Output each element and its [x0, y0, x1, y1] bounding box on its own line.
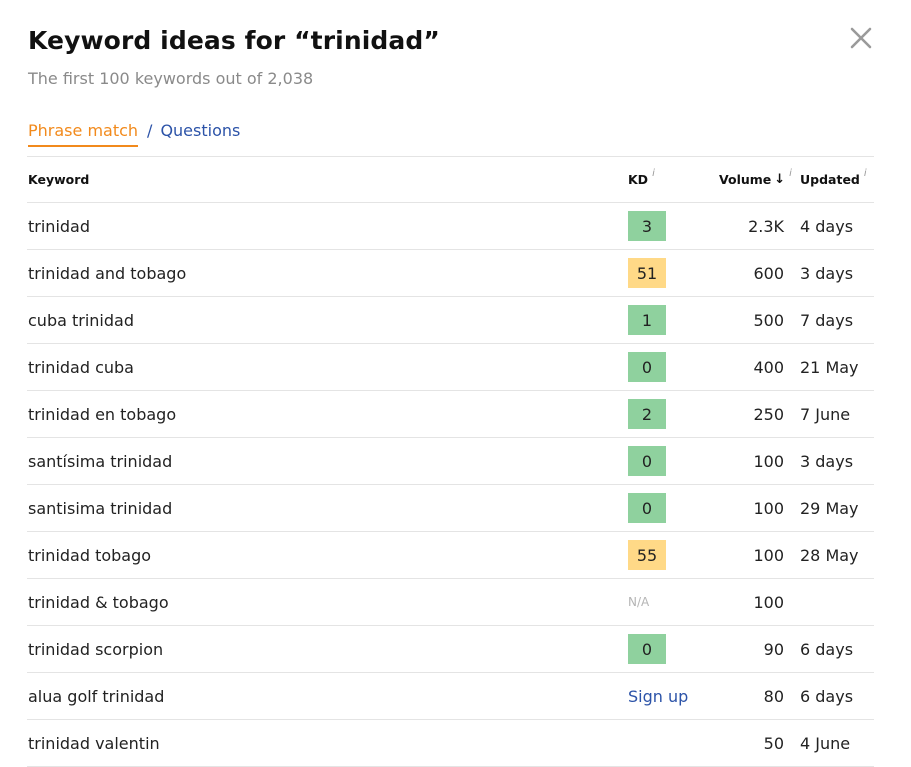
table-row: trinidad cuba 0 400 21 May: [27, 344, 874, 391]
table-row: trinidad valentin 50 4 June: [27, 720, 874, 767]
volume-cell: 2.3K: [748, 216, 784, 236]
kd-badge: 51: [628, 258, 666, 288]
volume-cell: 100: [753, 451, 784, 471]
page-subtitle: The first 100 keywords out of 2,038: [28, 69, 314, 88]
volume-cell: 100: [753, 545, 784, 565]
table-row: trinidad tobago 55 100 28 May: [27, 532, 874, 579]
updated-cell: 21 May: [800, 357, 859, 377]
sort-desc-icon: ↓: [774, 172, 786, 187]
close-icon: [850, 27, 872, 49]
info-icon[interactable]: i: [789, 168, 792, 179]
table-row: trinidad & tobago N/A 100: [27, 579, 874, 626]
kd-cell: 3: [628, 203, 666, 249]
keyword-cell[interactable]: trinidad: [28, 203, 90, 249]
kd-cell: 55: [628, 532, 666, 578]
close-button[interactable]: [847, 24, 875, 52]
column-header-keyword[interactable]: Keyword: [28, 157, 89, 202]
kd-cell: 0: [628, 438, 666, 484]
keyword-cell[interactable]: trinidad & tobago: [28, 579, 169, 625]
tab-questions[interactable]: Questions: [160, 121, 240, 140]
kd-badge: 3: [628, 211, 666, 241]
tab-separator: /: [147, 121, 153, 140]
kd-cell: Sign up: [628, 673, 688, 719]
keyword-cell[interactable]: santisima trinidad: [28, 485, 172, 531]
kd-badge: 0: [628, 352, 666, 382]
kd-badge: 2: [628, 399, 666, 429]
table-row: santisima trinidad 0 100 29 May: [27, 485, 874, 532]
kd-badge: 1: [628, 305, 666, 335]
kd-cell: 0: [628, 485, 666, 531]
page-title: Keyword ideas for “trinidad”: [28, 26, 440, 55]
table-row: cuba trinidad 1 500 7 days: [27, 297, 874, 344]
updated-cell: 4 days: [800, 216, 854, 236]
table-row: trinidad scorpion 0 90 6 days: [27, 626, 874, 673]
column-header-updated[interactable]: Updated i: [800, 157, 867, 202]
volume-cell: 50: [763, 733, 784, 753]
volume-cell: 600: [753, 263, 784, 283]
updated-cell: 6 days: [800, 686, 854, 706]
table-body: trinidad 3 2.3K 4 days trinidad and tobago 51…: [27, 203, 874, 767]
match-tabs: Phrase match / Questions: [28, 121, 240, 147]
column-header-volume-label: Volume: [719, 172, 772, 187]
keyword-cell[interactable]: trinidad cuba: [28, 344, 134, 390]
kd-cell: 51: [628, 250, 666, 296]
volume-cell: 90: [763, 639, 784, 659]
column-header-updated-label: Updated: [800, 172, 860, 187]
keyword-cell[interactable]: trinidad tobago: [28, 532, 151, 578]
volume-cell: 80: [763, 686, 784, 706]
column-header-kd[interactable]: KD i: [628, 157, 655, 202]
updated-cell: 6 days: [800, 639, 854, 659]
kd-badge: 0: [628, 446, 666, 476]
keyword-cell[interactable]: trinidad and tobago: [28, 250, 186, 296]
kd-cell: 0: [628, 344, 666, 390]
keyword-cell[interactable]: trinidad valentin: [28, 720, 160, 766]
volume-cell: 100: [753, 498, 784, 518]
kd-badge: 0: [628, 493, 666, 523]
volume-cell: 250: [753, 404, 784, 424]
sign-up-link[interactable]: Sign up: [628, 687, 688, 706]
updated-cell: 7 June: [800, 404, 851, 424]
updated-cell: 29 May: [800, 498, 859, 518]
kd-cell: 0: [628, 626, 666, 672]
column-header-volume[interactable]: Volume ↓ i: [697, 157, 793, 202]
updated-cell: 7 days: [800, 310, 854, 330]
keyword-ideas-modal: Keyword ideas for “trinidad” The first 1…: [0, 0, 911, 767]
keywords-table: Keyword KD i Volume ↓ i Updated i trinid…: [27, 156, 874, 767]
tab-phrase-match[interactable]: Phrase match: [28, 121, 139, 147]
table-row: trinidad 3 2.3K 4 days: [27, 203, 874, 250]
table-row: santísima trinidad 0 100 3 days: [27, 438, 874, 485]
kd-badge: 0: [628, 634, 666, 664]
table-row: trinidad en tobago 2 250 7 June: [27, 391, 874, 438]
updated-cell: 4 June: [800, 733, 851, 753]
kd-cell: N/A: [628, 579, 649, 625]
updated-cell: 3 days: [800, 263, 854, 283]
column-header-keyword-label: Keyword: [28, 172, 90, 187]
table-row: alua golf trinidad Sign up 80 6 days: [27, 673, 874, 720]
keyword-cell[interactable]: santísima trinidad: [28, 438, 172, 484]
keyword-cell[interactable]: cuba trinidad: [28, 297, 134, 343]
kd-not-available: N/A: [628, 595, 650, 609]
volume-cell: 400: [753, 357, 784, 377]
info-icon[interactable]: i: [864, 168, 867, 179]
kd-cell: 1: [628, 297, 666, 343]
kd-cell: 2: [628, 391, 666, 437]
keyword-cell[interactable]: trinidad scorpion: [28, 626, 163, 672]
volume-cell: 100: [753, 592, 784, 612]
kd-badge: 55: [628, 540, 666, 570]
updated-cell: 28 May: [800, 545, 859, 565]
keyword-cell[interactable]: alua golf trinidad: [28, 673, 164, 719]
table-header-row: Keyword KD i Volume ↓ i Updated i: [27, 157, 874, 203]
table-row: trinidad and tobago 51 600 3 days: [27, 250, 874, 297]
column-header-kd-label: KD: [628, 172, 649, 187]
info-icon[interactable]: i: [652, 168, 655, 179]
keyword-cell[interactable]: trinidad en tobago: [28, 391, 176, 437]
volume-cell: 500: [753, 310, 784, 330]
updated-cell: 3 days: [800, 451, 854, 471]
